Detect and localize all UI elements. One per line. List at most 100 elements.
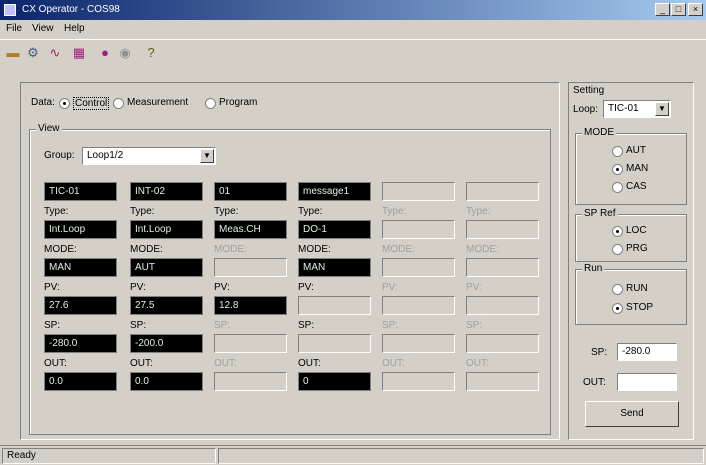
sp-ref-loc-label[interactable]: LOC: [626, 225, 647, 236]
loop-4-out-label: OUT:: [298, 358, 321, 369]
loop-1-mode-label: MODE:: [44, 244, 77, 255]
loop-1-type-label: Type:: [44, 206, 69, 217]
loop-6-type-label: Type:: [466, 206, 491, 217]
loop-2-sp-value: -200.0: [130, 334, 203, 353]
loop-3-mode-value: [214, 258, 287, 277]
mode-cas-radio[interactable]: [612, 182, 623, 193]
loop-5-out-label: OUT:: [382, 358, 405, 369]
loop-2-tag-value: INT-02: [130, 182, 203, 201]
data-control-label[interactable]: Control: [73, 97, 110, 110]
chevron-down-icon[interactable]: ▼: [200, 149, 214, 163]
loop-5-sp-label: SP:: [382, 320, 399, 331]
loop-label: Loop:: [573, 104, 599, 115]
sp-ref-prg-radio[interactable]: [612, 244, 623, 255]
loop-4-type-label: Type:: [298, 206, 323, 217]
loop-1-sp-label: SP:: [44, 320, 61, 331]
data-measurement-radio[interactable]: [113, 98, 124, 109]
loop-6-out-value: [466, 372, 539, 391]
view-group-title: View: [36, 123, 62, 134]
loop-4-mode-label: MODE:: [298, 244, 331, 255]
loop-2-type-value: Int.Loop: [130, 220, 203, 239]
mode-aut-label[interactable]: AUT: [626, 145, 646, 156]
plot-icon[interactable]: ∿: [46, 44, 64, 62]
run-run-label[interactable]: RUN: [626, 283, 648, 294]
mode-aut-radio[interactable]: [612, 146, 623, 157]
run-stop-radio[interactable]: [612, 303, 623, 314]
sp-input[interactable]: -280.0: [617, 343, 677, 361]
mode-man-radio[interactable]: [612, 164, 623, 175]
status-text: Ready: [2, 448, 216, 464]
mode-man-label[interactable]: MAN: [626, 163, 648, 174]
loop-2-sp-label: SP:: [130, 320, 147, 331]
chart-icon[interactable]: ▦: [70, 44, 88, 62]
loop-6-mode-label: MODE:: [466, 244, 499, 255]
main-panel: Data: Control Measurement Program View G…: [20, 82, 560, 440]
loop-3-type-value: Meas.CH: [214, 220, 287, 239]
loop-5-sp-value: [382, 334, 455, 353]
run-stop-label[interactable]: STOP: [626, 302, 653, 313]
loop-3-sp-value: [214, 334, 287, 353]
settings-icon[interactable]: ⚙: [24, 44, 42, 62]
group-label: Group:: [44, 150, 75, 161]
loop-3-pv-label: PV:: [214, 282, 230, 293]
loop-5-pv-label: PV:: [382, 282, 398, 293]
setting-panel: Setting Loop: TIC-01 ▼ MODE AUT MAN CAS …: [568, 82, 694, 440]
loop-2-pv-label: PV:: [130, 282, 146, 293]
loop-1-sp-value: -280.0: [44, 334, 117, 353]
loop-3-out-label: OUT:: [214, 358, 237, 369]
loop-3-pv-value: 12.8: [214, 296, 287, 315]
menu-file[interactable]: File: [6, 23, 22, 34]
loop-2-out-value: 0.0: [130, 372, 203, 391]
loop-1-mode-value: MAN: [44, 258, 117, 277]
loop-1-tag-value: TIC-01: [44, 182, 117, 201]
send-button[interactable]: Send: [585, 401, 679, 427]
maximize-button[interactable]: □: [671, 3, 686, 16]
open-icon[interactable]: ▬: [4, 44, 22, 62]
close-button[interactable]: ×: [688, 3, 703, 16]
loop-6-pv-value: [466, 296, 539, 315]
sp-ref-group: SP Ref LOC PRG: [575, 208, 687, 262]
loop-5-tag-value: [382, 182, 455, 201]
sp-ref-loc-radio[interactable]: [612, 226, 623, 237]
loop-3-tag-value: 01: [214, 182, 287, 201]
loop-1-out-value: 0.0: [44, 372, 117, 391]
data-control-radio[interactable]: [59, 98, 70, 109]
loop-3-type-label: Type:: [214, 206, 239, 217]
run-run-radio[interactable]: [612, 284, 623, 295]
data-program-label[interactable]: Program: [219, 97, 257, 108]
loop-5-mode-value: [382, 258, 455, 277]
loop-6-mode-value: [466, 258, 539, 277]
loop-4-tag-value: message1: [298, 182, 371, 201]
data-measurement-label[interactable]: Measurement: [127, 97, 188, 108]
sp-ref-group-title: SP Ref: [582, 208, 618, 219]
minimize-button[interactable]: _: [655, 3, 670, 16]
window-title: CX Operator - COS98: [22, 4, 120, 15]
toolbar: ▬ ⚙ ∿ ▦ ● ◉ ?: [0, 39, 706, 65]
loop-5-pv-value: [382, 296, 455, 315]
menu-view[interactable]: View: [32, 23, 54, 34]
loop-2-mode-value: AUT: [130, 258, 203, 277]
loop-2-out-label: OUT:: [130, 358, 153, 369]
help-icon[interactable]: ?: [142, 44, 160, 62]
loop-3-out-value: [214, 372, 287, 391]
out-label: OUT:: [583, 377, 606, 388]
record-icon[interactable]: ◉: [116, 44, 134, 62]
loop-2-type-label: Type:: [130, 206, 155, 217]
loop-4-pv-label: PV:: [298, 282, 314, 293]
mode-cas-label[interactable]: CAS: [626, 181, 647, 192]
group-select-value: Loop1/2: [87, 150, 124, 161]
group-select[interactable]: Loop1/2 ▼: [82, 147, 216, 165]
menu-help[interactable]: Help: [64, 23, 85, 34]
data-program-radio[interactable]: [205, 98, 216, 109]
loop-2-pv-value: 27.5: [130, 296, 203, 315]
loop-4-mode-value: MAN: [298, 258, 371, 277]
chevron-down-icon[interactable]: ▼: [655, 102, 669, 116]
loop-6-type-value: [466, 220, 539, 239]
loop-select[interactable]: TIC-01 ▼: [603, 100, 671, 118]
out-input[interactable]: [617, 373, 677, 391]
run-group: Run RUN STOP: [575, 263, 687, 325]
loop-3-sp-label: SP:: [214, 320, 231, 331]
sp-ref-prg-label[interactable]: PRG: [626, 243, 648, 254]
badge-icon[interactable]: ●: [96, 44, 114, 62]
mode-group: MODE AUT MAN CAS: [575, 127, 687, 205]
